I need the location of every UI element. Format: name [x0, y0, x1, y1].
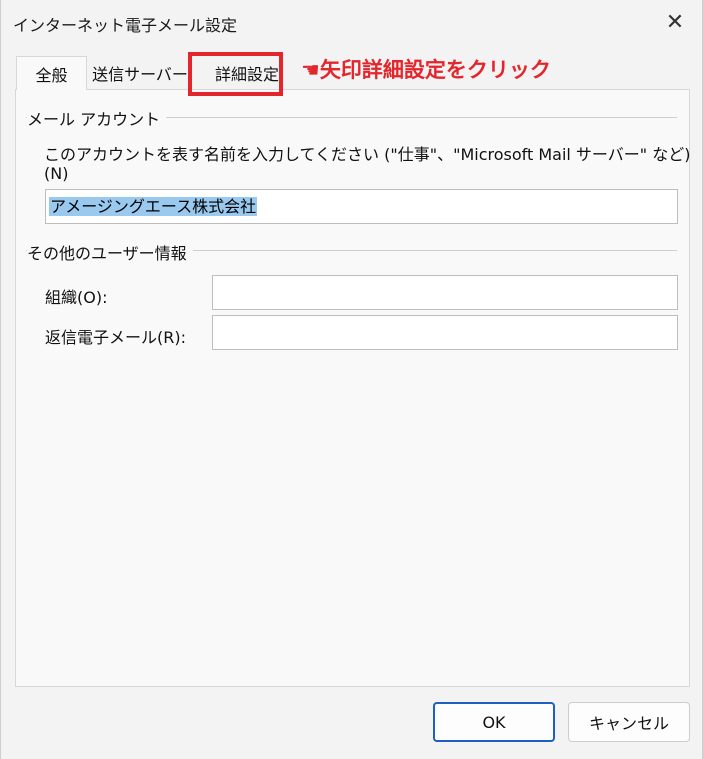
- ok-button[interactable]: OK: [433, 702, 555, 742]
- tab-general[interactable]: 全般: [16, 56, 87, 90]
- internet-email-settings-dialog: インターネット電子メール設定 ✕ 全般 送信サーバー 詳細設定 ☚矢印詳細設定を…: [0, 0, 703, 759]
- window-title: インターネット電子メール設定: [13, 16, 238, 35]
- account-name-description: このアカウントを表す名前を入力してください ("仕事"、"Microsoft M…: [44, 145, 691, 164]
- user-info-group-title: その他のユーザー情報: [27, 240, 193, 264]
- tab-outgoing-server[interactable]: 送信サーバー: [89, 57, 191, 89]
- click-instruction-annotation: ☚矢印詳細設定をクリック: [301, 58, 551, 82]
- reply-email-input[interactable]: [212, 315, 678, 350]
- reply-email-label: 返信電子メール(R):: [45, 328, 186, 347]
- title-bar: インターネット電子メール設定 ✕: [1, 0, 702, 46]
- account-name-selected-text: アメージングエース株式会社: [49, 197, 258, 216]
- cancel-button[interactable]: キャンセル: [568, 702, 690, 742]
- account-name-accelerator: (N): [44, 164, 69, 183]
- account-name-input[interactable]: アメージングエース株式会社: [45, 189, 678, 224]
- close-icon[interactable]: ✕: [662, 9, 688, 35]
- organization-input[interactable]: [212, 275, 678, 310]
- general-tab-panel: メール アカウント このアカウントを表す名前を入力してください ("仕事"、"M…: [15, 89, 690, 687]
- advanced-tab-highlight-box: [188, 52, 283, 96]
- organization-label: 組織(O):: [45, 288, 108, 307]
- account-group-title: メール アカウント: [27, 106, 167, 130]
